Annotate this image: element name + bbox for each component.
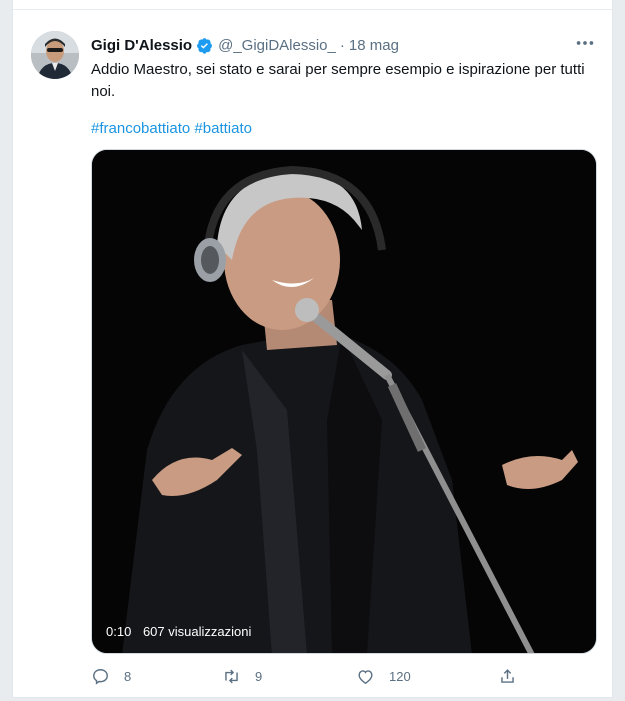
tweet-text: Addio Maestro, sei stato e sarai per sem…: [91, 61, 585, 100]
share-button[interactable]: [498, 664, 517, 688]
like-count: 120: [389, 668, 411, 684]
reply-count: 8: [124, 668, 132, 684]
share-icon: [501, 668, 514, 683]
video-views: 607 visualizzazioni: [142, 624, 252, 639]
retweet-button[interactable]: 9: [222, 664, 262, 688]
reply-icon: [93, 668, 108, 685]
hashtags: #francobattiato #battiato: [91, 118, 252, 140]
video-player[interactable]: 0:10 607 visualizzazioni: [91, 149, 597, 654]
tweet-header: Gigi D'Alessio @_GigiDAlessio_ · 18 mag: [91, 35, 399, 55]
like-button[interactable]: 120: [356, 664, 411, 688]
tweet-date[interactable]: 18 mag: [349, 37, 399, 54]
like-icon: [358, 669, 373, 684]
avatar-image: [31, 31, 79, 79]
action-bar: 8 9 120: [91, 664, 531, 688]
separator: ·: [339, 36, 345, 54]
author-name[interactable]: Gigi D'Alessio: [91, 37, 192, 54]
video-thumbnail: [92, 150, 596, 653]
retweet-count: 9: [255, 668, 263, 684]
verified-badge-icon: [197, 37, 213, 54]
hashtag-battiato[interactable]: #battiato: [194, 120, 252, 137]
more-options-icon[interactable]: [574, 32, 596, 54]
hashtag-francobattiato[interactable]: #francobattiato: [91, 120, 190, 137]
author-handle[interactable]: @_GigiDAlessio_: [218, 37, 336, 54]
tweet-card[interactable]: Gigi D'Alessio @_GigiDAlessio_ · 18 mag …: [12, 0, 613, 698]
retweet-icon: [225, 669, 238, 683]
divider: [13, 9, 612, 10]
avatar[interactable]: [31, 31, 79, 79]
reply-button[interactable]: 8: [91, 664, 131, 688]
video-info: 0:10 607 visualizzazioni: [106, 624, 259, 639]
video-duration: 0:10: [106, 624, 132, 639]
